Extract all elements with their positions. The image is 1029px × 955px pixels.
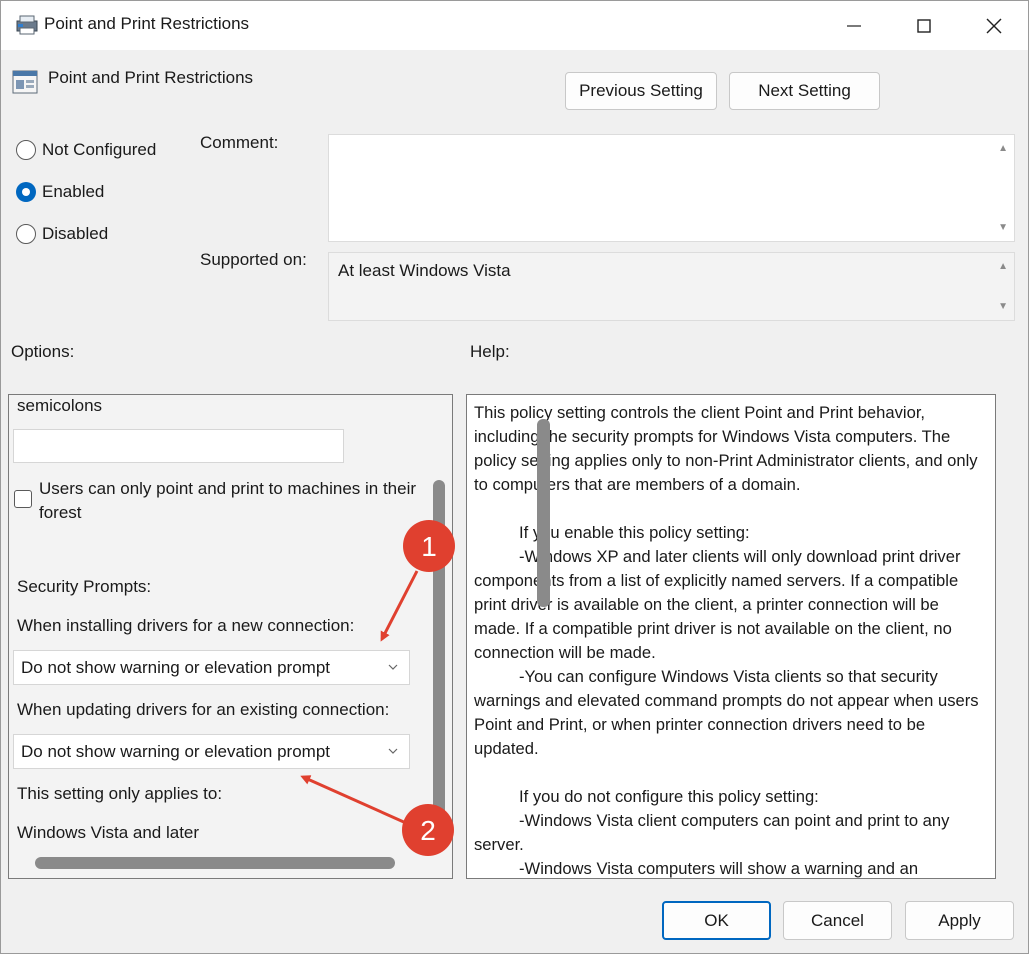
apply-button[interactable]: Apply xyxy=(905,901,1014,940)
radio-circle xyxy=(16,140,36,160)
radio-circle-selected xyxy=(16,182,36,202)
help-paragraph: -Windows XP and later clients will only … xyxy=(474,547,961,662)
scroll-up-icon[interactable]: ▲ xyxy=(998,261,1008,272)
help-text: This policy setting controls the client … xyxy=(474,401,986,878)
close-button[interactable] xyxy=(959,1,1029,50)
supported-on-value: At least Windows Vista xyxy=(338,261,511,280)
radio-label: Enabled xyxy=(42,182,105,201)
radio-not-configured[interactable]: Not Configured xyxy=(16,140,156,160)
help-label: Help: xyxy=(470,342,510,361)
help-vertical-scrollbar[interactable] xyxy=(537,419,550,607)
supported-on-label: Supported on: xyxy=(200,250,307,269)
cancel-button[interactable]: Cancel xyxy=(783,901,892,940)
chevron-down-icon xyxy=(388,748,398,754)
new-connection-value: Do not show warning or elevation prompt xyxy=(21,657,330,677)
help-paragraph: -Windows Vista client computers can poin… xyxy=(474,811,950,854)
scroll-down-icon[interactable]: ▼ xyxy=(998,301,1008,312)
printer-policy-icon xyxy=(16,15,38,35)
radio-label: Disabled xyxy=(42,224,109,243)
policy-setting-icon xyxy=(12,70,38,94)
security-prompts-label: Security Prompts: xyxy=(17,577,152,596)
supported-on-field: At least Windows Vista ▲ ▼ xyxy=(328,252,1015,321)
applies-to-value: Windows Vista and later xyxy=(17,823,200,842)
minimize-button[interactable] xyxy=(819,1,889,50)
help-paragraph: -Windows Vista computers will show a war… xyxy=(519,859,919,878)
forest-checkbox[interactable] xyxy=(14,490,32,508)
options-panel: semicolons Users can only point and prin… xyxy=(8,394,453,879)
title-bar: Point and Print Restrictions xyxy=(1,1,1028,50)
existing-connection-label: When updating drivers for an existing co… xyxy=(17,700,390,719)
scroll-up-icon[interactable]: ▲ xyxy=(998,143,1008,154)
help-paragraph: If you enable this policy setting: xyxy=(519,523,750,542)
existing-connection-dropdown[interactable]: Do not show warning or elevation prompt xyxy=(13,734,410,769)
chevron-down-icon xyxy=(388,664,398,670)
help-paragraph: -You can configure Windows Vista clients… xyxy=(474,667,979,758)
new-connection-label: When installing drivers for a new connec… xyxy=(17,616,355,635)
radio-disabled[interactable]: Disabled xyxy=(16,224,108,244)
help-paragraph: This policy setting controls the client … xyxy=(474,403,978,494)
comment-textarea[interactable]: ▲ ▼ xyxy=(328,134,1015,242)
help-paragraph: If you do not configure this policy sett… xyxy=(519,787,819,806)
minimize-icon xyxy=(847,24,861,27)
window-title: Point and Print Restrictions xyxy=(44,14,250,33)
comment-label: Comment: xyxy=(200,133,279,152)
scroll-down-icon[interactable]: ▼ xyxy=(998,222,1008,233)
applies-to-label: This setting only applies to: xyxy=(17,784,223,803)
previous-setting-button[interactable]: Previous Setting xyxy=(565,72,717,110)
maximize-icon xyxy=(917,18,931,33)
radio-circle xyxy=(16,224,36,244)
comment-scrollbar[interactable]: ▲ ▼ xyxy=(996,135,1008,241)
options-label: Options: xyxy=(11,342,75,361)
existing-connection-value: Do not show warning or elevation prompt xyxy=(21,741,330,761)
radio-label: Not Configured xyxy=(42,140,157,159)
radio-enabled[interactable]: Enabled xyxy=(16,182,104,202)
policy-name: Point and Print Restrictions xyxy=(48,68,254,87)
close-icon xyxy=(986,18,1002,33)
next-setting-button[interactable]: Next Setting xyxy=(729,72,880,110)
servers-input[interactable] xyxy=(13,429,344,463)
options-horizontal-scrollbar[interactable] xyxy=(35,857,395,869)
new-connection-dropdown[interactable]: Do not show warning or elevation prompt xyxy=(13,650,410,685)
forest-checkbox-label: Users can only point and print to machin… xyxy=(39,479,417,522)
policy-dialog: Point and Print Restrictions Point and P… xyxy=(0,0,1029,954)
options-vertical-scrollbar[interactable] xyxy=(433,480,445,852)
supported-scrollbar[interactable]: ▲ ▼ xyxy=(996,253,1008,320)
ok-button[interactable]: OK xyxy=(662,901,771,940)
semicolons-text: semicolons xyxy=(17,396,103,415)
maximize-button[interactable] xyxy=(889,1,959,50)
